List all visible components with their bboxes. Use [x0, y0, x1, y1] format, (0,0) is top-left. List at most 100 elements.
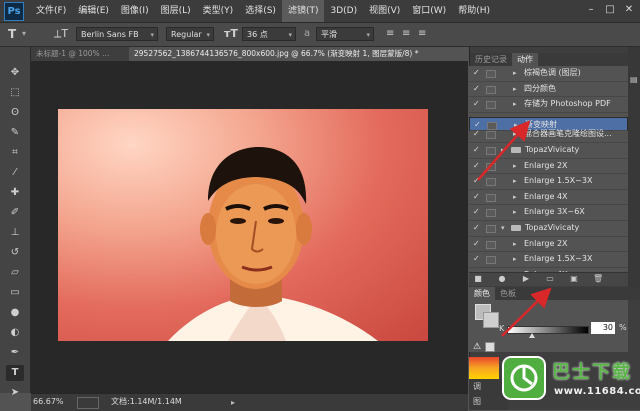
dialog-toggle-icon[interactable]	[486, 163, 496, 171]
expand-triangle-icon[interactable]: ▸	[513, 127, 517, 142]
clone-stamp-tool-icon[interactable]: ⊥	[6, 225, 24, 241]
action-enabled-check-icon[interactable]: ✓	[473, 205, 480, 220]
action-enabled-check-icon[interactable]: ✓	[473, 221, 480, 236]
expand-triangle-icon[interactable]: ▸	[513, 174, 517, 189]
align-center-icon[interactable]: ≡	[402, 28, 410, 40]
font-family-select[interactable]: Berlin Sans FB▾	[76, 27, 158, 41]
action-row[interactable]: ✓▸棕褐色调 (图层)	[469, 66, 628, 82]
maximize-icon[interactable]: □	[601, 3, 619, 17]
action-row[interactable]: ✓▸四分颜色	[469, 82, 628, 98]
pen-tool-icon[interactable]: ✒	[6, 345, 24, 361]
dialog-toggle-icon[interactable]	[486, 225, 496, 233]
k-slider-thumb[interactable]	[529, 333, 535, 338]
gradient-tool-icon[interactable]: ▭	[6, 285, 24, 301]
menu-item[interactable]: 选择(S)	[239, 0, 282, 22]
crop-tool-icon[interactable]: ⌗	[6, 145, 24, 161]
expand-triangle-icon[interactable]: ▸	[513, 82, 517, 97]
tab-actions[interactable]: 动作	[512, 53, 538, 66]
menu-item[interactable]: 滤镜(T)	[282, 0, 325, 22]
action-enabled-check-icon[interactable]: ✓	[473, 127, 480, 142]
action-enabled-check-icon[interactable]: ✓	[473, 143, 480, 158]
action-enabled-check-icon[interactable]: ✓	[473, 174, 480, 189]
expand-triangle-icon[interactable]: ▾	[501, 221, 505, 236]
blur-tool-icon[interactable]: ●	[6, 305, 24, 321]
k-slider-track[interactable]	[507, 326, 589, 334]
path-select-tool-icon[interactable]: ➤	[6, 385, 24, 401]
expand-triangle-icon[interactable]: ▸	[513, 66, 517, 81]
action-row[interactable]: ✓▸Enlarge 1.5X~3X	[469, 174, 628, 190]
minimize-icon[interactable]: –	[582, 3, 600, 17]
color-ramp[interactable]	[469, 357, 499, 379]
dialog-toggle-icon[interactable]	[486, 194, 496, 202]
dialog-toggle-icon[interactable]	[486, 101, 496, 109]
dialog-toggle-icon[interactable]	[486, 70, 496, 78]
tab-layers[interactable]: 图	[473, 396, 481, 407]
zoom-level[interactable]: 66.67%	[33, 396, 73, 408]
action-enabled-check-icon[interactable]: ✓	[473, 252, 480, 267]
delete-icon[interactable]: 🗑	[593, 274, 603, 284]
dodge-tool-icon[interactable]: ◐	[6, 325, 24, 341]
expand-triangle-icon[interactable]: ▸	[513, 190, 517, 205]
action-row[interactable]: ✓▸Enlarge 3X~6X	[469, 205, 628, 221]
antialias-select[interactable]: 平滑▾	[316, 27, 374, 41]
status-info-icon[interactable]	[77, 397, 99, 409]
marquee-tool-icon[interactable]: ⬚	[6, 85, 24, 101]
action-enabled-check-icon[interactable]: ✓	[473, 82, 480, 97]
close-icon[interactable]: ✕	[620, 3, 638, 17]
action-row[interactable]: ✓▸混合器画笔克隆绘图设...	[469, 127, 628, 143]
menu-item[interactable]: 3D(D)	[324, 0, 363, 22]
status-menu-arrow-icon[interactable]: ▸	[231, 398, 235, 407]
menu-item[interactable]: 视图(V)	[363, 0, 406, 22]
align-left-icon[interactable]: ≡	[386, 28, 394, 40]
action-row[interactable]: ✓▸Enlarge 4X	[469, 190, 628, 206]
type-tool-icon[interactable]: T	[8, 28, 16, 40]
dialog-toggle-icon[interactable]	[486, 241, 496, 249]
stop-icon[interactable]: ■	[473, 274, 483, 284]
gamut-color-swatch[interactable]	[485, 342, 495, 352]
healing-brush-tool-icon[interactable]: ✚	[6, 185, 24, 201]
action-row[interactable]: ✓▸Enlarge 1.5X~3X	[469, 252, 628, 268]
dialog-toggle-icon[interactable]	[486, 86, 496, 94]
action-row[interactable]: ✓▸Enlarge 2X	[469, 159, 628, 175]
dialog-toggle-icon[interactable]	[486, 178, 496, 186]
move-tool-icon[interactable]: ✥	[6, 65, 24, 81]
expand-triangle-icon[interactable]: ▸	[513, 159, 517, 174]
eraser-tool-icon[interactable]: ▱	[6, 265, 24, 281]
menu-item[interactable]: 帮助(H)	[452, 0, 496, 22]
horizontal-type-tool-icon[interactable]: T	[6, 365, 24, 381]
menu-item[interactable]: 窗口(W)	[406, 0, 452, 22]
tab-active-document[interactable]: 29527562_1386744136576_800x600.jpg @ 66.…	[129, 47, 468, 61]
dialog-toggle-icon[interactable]	[486, 256, 496, 264]
font-style-select[interactable]: Regular▾	[166, 27, 214, 41]
expand-triangle-icon[interactable]: ▸	[501, 143, 505, 158]
menu-item[interactable]: 图层(L)	[155, 0, 197, 22]
tool-preset-arrow-icon[interactable]: ▾	[22, 28, 26, 40]
gamut-warning-icon[interactable]: ⚠	[473, 342, 481, 352]
record-icon[interactable]: ●	[497, 274, 507, 284]
panel-collapse-icon[interactable]: ▤	[630, 75, 638, 84]
tab-color[interactable]: 颜色	[469, 287, 495, 300]
action-enabled-check-icon[interactable]: ✓	[473, 97, 480, 112]
action-enabled-check-icon[interactable]: ✓	[473, 159, 480, 174]
tab-swatches[interactable]: 色板	[495, 287, 521, 300]
action-row[interactable]: ✓▸存储为 Photoshop PDF	[469, 97, 628, 113]
action-enabled-check-icon[interactable]: ✓	[473, 237, 480, 252]
action-row[interactable]: ✓▸TopazVivicaty	[469, 143, 628, 159]
menu-item[interactable]: 类型(Y)	[197, 0, 240, 22]
dialog-toggle-icon[interactable]	[486, 147, 496, 155]
k-value-field[interactable]: 30	[591, 322, 615, 334]
action-enabled-check-icon[interactable]: ✓	[473, 190, 480, 205]
text-orientation-icon[interactable]: ⟂T	[54, 28, 68, 40]
menu-item[interactable]: 图像(I)	[115, 0, 155, 22]
quick-select-tool-icon[interactable]: ✎	[6, 125, 24, 141]
font-size-select[interactable]: 36 点▾	[242, 27, 296, 41]
lasso-tool-icon[interactable]: ʘ	[6, 105, 24, 121]
eyedropper-tool-icon[interactable]: ⁄	[6, 165, 24, 181]
tab-untitled[interactable]: 未标题-1 @ 100% ...	[31, 47, 127, 61]
history-brush-tool-icon[interactable]: ↺	[6, 245, 24, 261]
tab-adjustments[interactable]: 调	[473, 381, 481, 392]
expand-triangle-icon[interactable]: ▸	[513, 237, 517, 252]
new-action-icon[interactable]: ▣	[569, 274, 579, 284]
expand-triangle-icon[interactable]: ▸	[513, 252, 517, 267]
expand-triangle-icon[interactable]: ▸	[513, 97, 517, 112]
